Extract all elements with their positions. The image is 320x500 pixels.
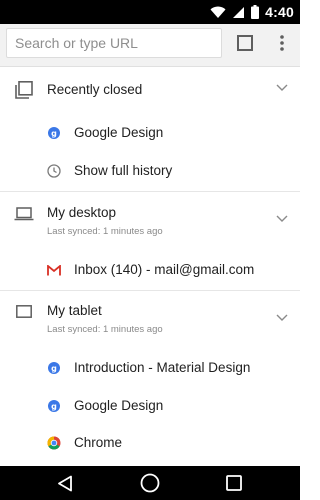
list-item-chrome[interactable]: Chrome xyxy=(0,428,300,458)
chevron-down-icon[interactable] xyxy=(276,215,288,223)
recent-apps-icon[interactable] xyxy=(226,475,242,491)
list-item-google-design-tablet[interactable]: g Google Design xyxy=(0,391,300,421)
last-synced-text: Last synced: 1 minutes ago xyxy=(47,226,163,237)
cell-signal-icon xyxy=(233,6,245,18)
chrome-icon xyxy=(47,436,61,450)
recently-closed-tabs-icon xyxy=(15,81,33,99)
section-divider xyxy=(0,191,300,192)
url-search-input[interactable] xyxy=(6,28,222,58)
section-header-my-desktop[interactable]: My desktop Last synced: 1 minutes ago xyxy=(0,196,300,242)
list-item-show-full-history[interactable]: Show full history xyxy=(0,156,300,186)
list-item-label: Chrome xyxy=(74,435,123,450)
tablet-icon xyxy=(16,305,32,318)
google-favicon-icon: g xyxy=(48,127,60,139)
section-divider xyxy=(0,290,300,291)
google-favicon-icon: g xyxy=(48,362,60,374)
chevron-down-icon[interactable] xyxy=(276,314,288,322)
list-item-label: Google Design xyxy=(74,398,164,413)
history-clock-icon xyxy=(47,164,61,178)
list-item-label: Inbox (140) - mail@gmail.com xyxy=(74,262,255,277)
last-synced-text: Last synced: 1 minutes ago xyxy=(47,324,163,335)
google-favicon-icon: g xyxy=(48,400,60,412)
section-title: My desktop xyxy=(47,205,117,220)
clock: 4:40 xyxy=(265,4,294,20)
section-header-my-tablet[interactable]: My tablet Last synced: 1 minutes ago xyxy=(0,294,300,340)
list-item-label: Show full history xyxy=(74,163,173,178)
list-item-introduction-material-design[interactable]: g Introduction - Material Design xyxy=(0,353,300,383)
section-title: Recently closed xyxy=(47,82,143,97)
gmail-icon xyxy=(47,265,61,276)
tab-switcher-icon[interactable] xyxy=(236,34,254,52)
list-item-label: Introduction - Material Design xyxy=(74,360,251,375)
browser-toolbar xyxy=(0,24,300,67)
chevron-down-icon[interactable] xyxy=(276,84,288,92)
section-title: My tablet xyxy=(47,303,102,318)
section-header-recently-closed[interactable]: Recently closed xyxy=(0,72,300,108)
laptop-icon xyxy=(14,207,34,221)
back-icon[interactable] xyxy=(57,475,73,492)
overflow-menu-icon[interactable] xyxy=(278,33,286,53)
system-navigation-bar xyxy=(0,466,300,500)
battery-icon xyxy=(251,5,260,19)
home-icon[interactable] xyxy=(140,473,160,493)
list-item-label: Google Design xyxy=(74,125,164,140)
wifi-icon xyxy=(210,6,226,18)
status-bar: 4:40 xyxy=(0,0,300,24)
list-item-inbox[interactable]: Inbox (140) - mail@gmail.com xyxy=(0,255,300,285)
list-item-google-design[interactable]: g Google Design xyxy=(0,118,300,148)
